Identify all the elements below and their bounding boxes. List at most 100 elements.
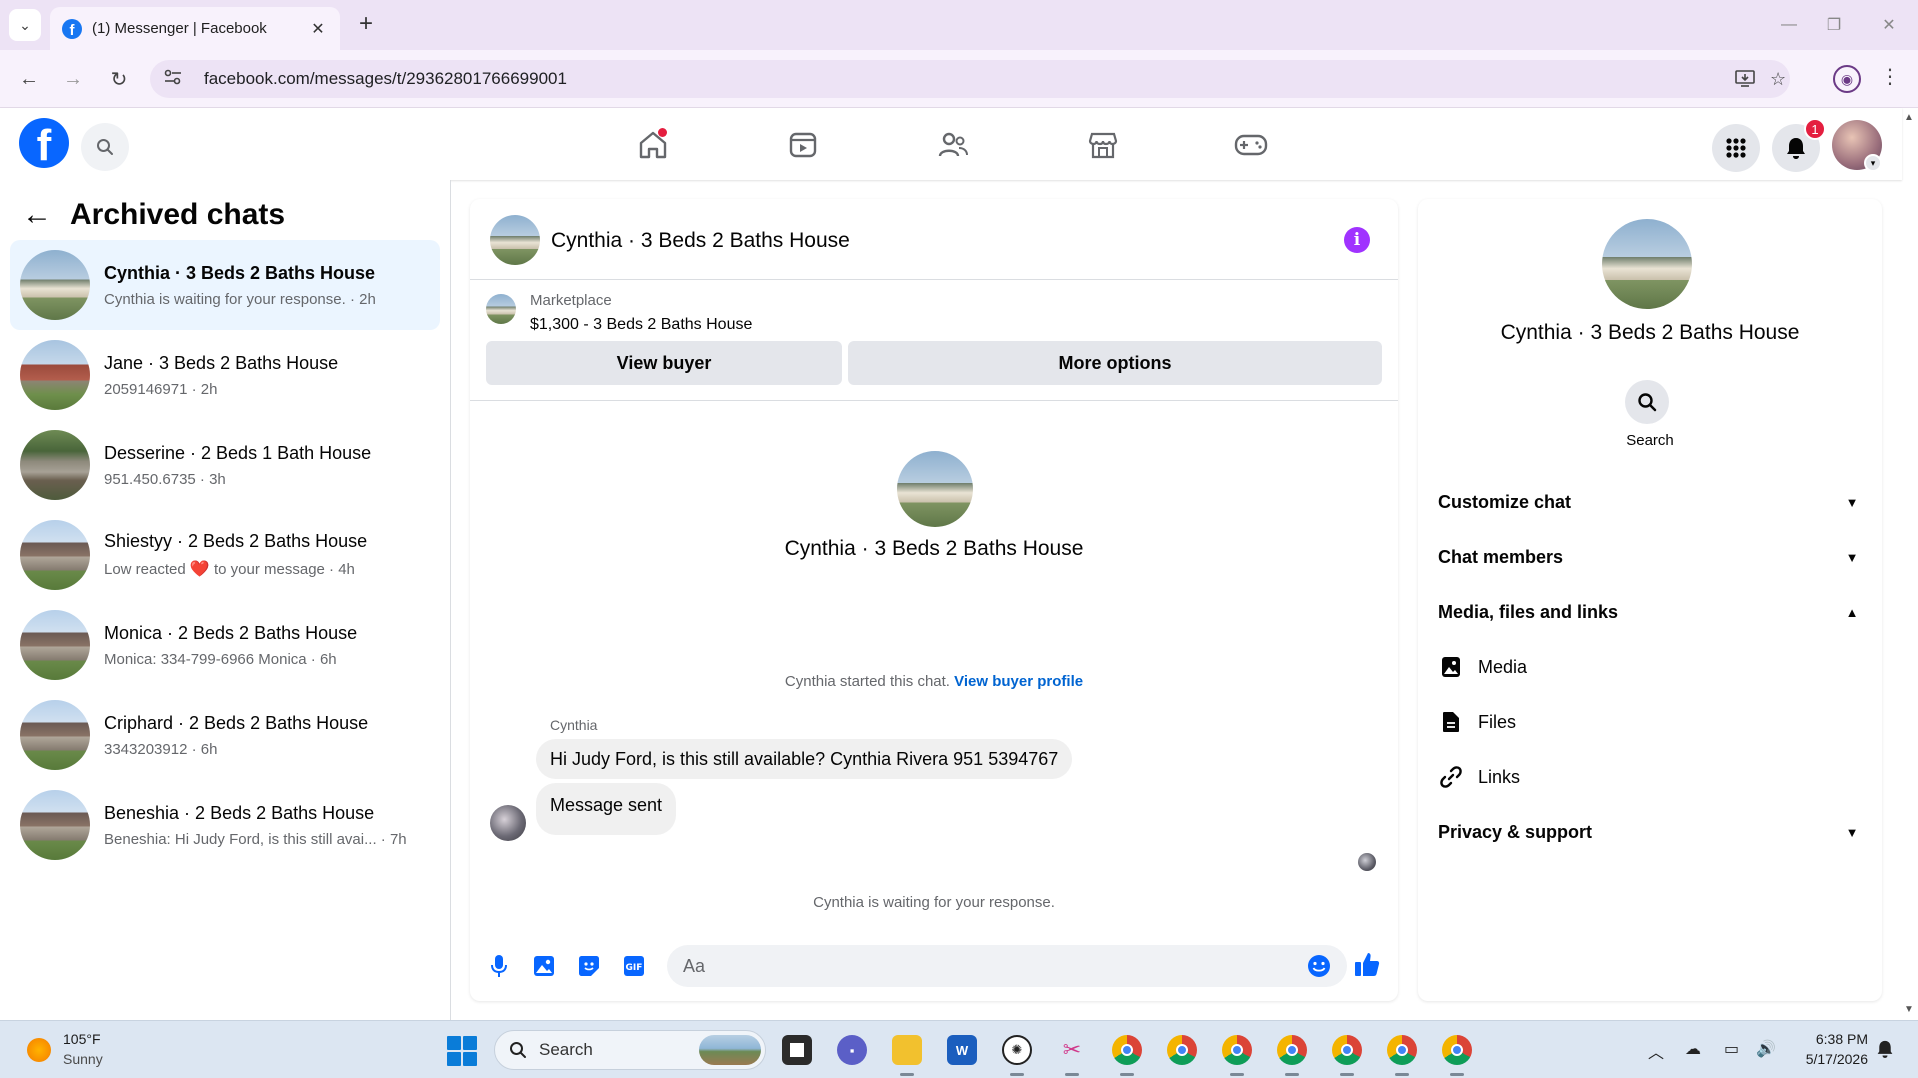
chat-name: Desserine · 2 Beds 1 Bath House (104, 442, 372, 463)
file-explorer-icon[interactable] (892, 1035, 922, 1065)
listing-title[interactable]: $1,300 - 3 Beds 2 Baths House (530, 316, 752, 334)
gif-icon[interactable]: GIF (621, 953, 647, 979)
tab-search-chevron-icon[interactable]: ⌄ (9, 9, 41, 41)
install-app-icon[interactable] (1735, 60, 1755, 98)
window-close-button[interactable]: ✕ (1874, 10, 1904, 40)
facebook-logo[interactable]: f (19, 118, 69, 168)
chat-list-item[interactable]: Beneshia · 2 Beds 2 Baths House Beneshia… (10, 780, 440, 870)
browser-tab[interactable]: f (1) Messenger | Facebook ✕ (50, 7, 340, 50)
details-avatar[interactable] (1602, 219, 1692, 309)
privacy-support-section[interactable]: Privacy & support ▼ (1438, 810, 1862, 854)
volume-icon[interactable]: 🔊 (1756, 1039, 1776, 1059)
weather-temperature[interactable]: 105°F (63, 1031, 101, 1047)
conversation-info-icon[interactable]: i (1344, 227, 1370, 253)
browser-toolbar: ← → ↻ facebook.com/messages/t/2936280176… (0, 50, 1918, 108)
chat-list-item[interactable]: Desserine · 2 Beds 1 Bath House 951.450.… (10, 420, 440, 510)
notification-center-icon[interactable] (1876, 1039, 1894, 1064)
account-chevron-icon[interactable]: ▾ (1864, 154, 1882, 172)
chrome-profile-icon[interactable] (1442, 1035, 1472, 1065)
thumbs-up-icon[interactable] (1354, 951, 1380, 977)
running-indicator (1450, 1073, 1464, 1076)
chrome-profile-icon[interactable] (1222, 1035, 1252, 1065)
home-notification-dot (658, 128, 667, 137)
url-text[interactable]: facebook.com/messages/t/2936280176669900… (204, 69, 567, 89)
snipping-tool-icon[interactable]: ✂ (1057, 1035, 1087, 1065)
task-view-icon[interactable] (782, 1035, 812, 1065)
conversation-title[interactable]: Cynthia · 3 Beds 2 Baths House (551, 229, 850, 253)
chat-list-item[interactable]: Cynthia · 3 Beds 2 Baths House Cynthia i… (10, 240, 440, 330)
clock-date[interactable]: 5/17/2026 (1798, 1051, 1868, 1067)
microphone-icon[interactable] (486, 953, 512, 979)
chrome-icon[interactable] (1167, 1035, 1197, 1065)
chrome-profile-icon[interactable] (1112, 1035, 1142, 1065)
back-arrow-icon[interactable]: ← (14, 64, 44, 94)
window-restore-button[interactable]: ❐ (1819, 10, 1849, 40)
word-icon[interactable]: W (947, 1035, 977, 1065)
browser-profile-icon[interactable]: ◉ (1833, 65, 1861, 93)
search-in-conversation-icon[interactable] (1625, 380, 1669, 424)
tab-close-icon[interactable]: ✕ (308, 19, 328, 39)
video-icon[interactable] (781, 126, 825, 164)
chrome-profile-icon[interactable] (1332, 1035, 1362, 1065)
marketplace-icon[interactable] (1081, 126, 1125, 164)
chat-list-item[interactable]: Shiestyy · 2 Beds 2 Baths House Low reac… (10, 510, 440, 600)
chrome-profile-icon[interactable] (1387, 1035, 1417, 1065)
windows-start-icon[interactable] (447, 1036, 477, 1066)
notifications-bell-icon[interactable]: 1 (1772, 118, 1826, 172)
media-item[interactable]: Media (1438, 645, 1862, 689)
teams-chat-icon[interactable]: ▪ (837, 1035, 867, 1065)
conversation-avatar[interactable] (490, 215, 540, 265)
clock-time[interactable]: 6:38 PM (1798, 1031, 1868, 1047)
chat-list-item[interactable]: Criphard · 2 Beds 2 Baths House 33432039… (10, 690, 440, 780)
customize-chat-section[interactable]: Customize chat ▼ (1438, 480, 1862, 524)
forward-arrow-icon[interactable]: → (58, 64, 88, 94)
network-icon[interactable]: ▭ (1724, 1039, 1739, 1059)
taskbar-search[interactable]: Search (494, 1030, 766, 1070)
chat-preview: Cynthia is waiting for your response. · … (104, 290, 376, 308)
links-item[interactable]: Links (1438, 755, 1862, 799)
show-hidden-icons-chevron-icon[interactable]: ︿ (1648, 1039, 1664, 1063)
preview-prefix: Low reacted (104, 561, 186, 578)
files-item[interactable]: Files (1438, 700, 1862, 744)
back-arrow-icon[interactable]: ← (22, 198, 62, 232)
chat-list-item[interactable]: Monica · 2 Beds 2 Baths House Monica: 33… (10, 600, 440, 690)
reload-icon[interactable]: ↻ (104, 64, 134, 94)
site-settings-icon[interactable] (164, 69, 186, 90)
view-buyer-button[interactable]: View buyer (486, 341, 842, 385)
chat-list-item[interactable]: Jane · 3 Beds 2 Baths House 2059146971 ·… (10, 330, 440, 420)
media-files-links-section[interactable]: Media, files and links ▲ (1438, 590, 1862, 634)
facebook-search-icon[interactable] (81, 123, 129, 171)
more-options-button[interactable]: More options (848, 341, 1382, 385)
chat-members-section[interactable]: Chat members ▼ (1438, 535, 1862, 579)
section-label: Chat members (1438, 546, 1564, 567)
read-receipt-avatar (1358, 853, 1376, 871)
scroll-down-arrow-icon[interactable]: ▼ (1904, 1004, 1914, 1015)
bookmark-star-icon[interactable]: ☆ (1770, 60, 1786, 98)
listing-thumbnail[interactable] (486, 294, 516, 324)
photo-attach-icon[interactable] (531, 953, 557, 979)
onedrive-offline-icon[interactable]: ☁ (1685, 1039, 1701, 1059)
sun-weather-icon[interactable] (27, 1038, 51, 1062)
scroll-up-arrow-icon[interactable]: ▲ (1904, 112, 1914, 123)
gaming-icon[interactable] (1229, 126, 1273, 164)
chevron-down-icon: ▼ (1845, 494, 1859, 510)
friends-icon[interactable] (931, 126, 975, 164)
sender-avatar[interactable] (490, 805, 526, 841)
chrome-profile-icon[interactable] (1277, 1035, 1307, 1065)
browser-menu-icon[interactable]: ⋮ (1880, 64, 1900, 89)
menu-grid-icon[interactable] (1712, 124, 1760, 172)
chat-started-text: Cynthia started this chat. (784, 673, 950, 690)
message-input[interactable]: Aa (667, 945, 1347, 987)
weather-description[interactable]: Sunny (63, 1051, 103, 1067)
chatgpt-icon[interactable]: ✺ (1002, 1035, 1032, 1065)
home-icon[interactable] (631, 126, 675, 164)
address-bar[interactable]: facebook.com/messages/t/2936280176669900… (150, 60, 1790, 98)
window-minimize-button[interactable]: — (1774, 10, 1804, 40)
emoji-icon[interactable] (1306, 953, 1332, 979)
message-bubble[interactable]: Message sent (536, 783, 677, 835)
new-tab-button[interactable]: + (352, 10, 380, 38)
sticker-icon[interactable] (576, 953, 602, 979)
view-buyer-profile-link[interactable]: View buyer profile (954, 673, 1083, 690)
message-bubble[interactable]: Hi Judy Ford, is this still available? C… (536, 739, 1073, 779)
chat-name: Jane · 3 Beds 2 Baths House (104, 352, 339, 373)
